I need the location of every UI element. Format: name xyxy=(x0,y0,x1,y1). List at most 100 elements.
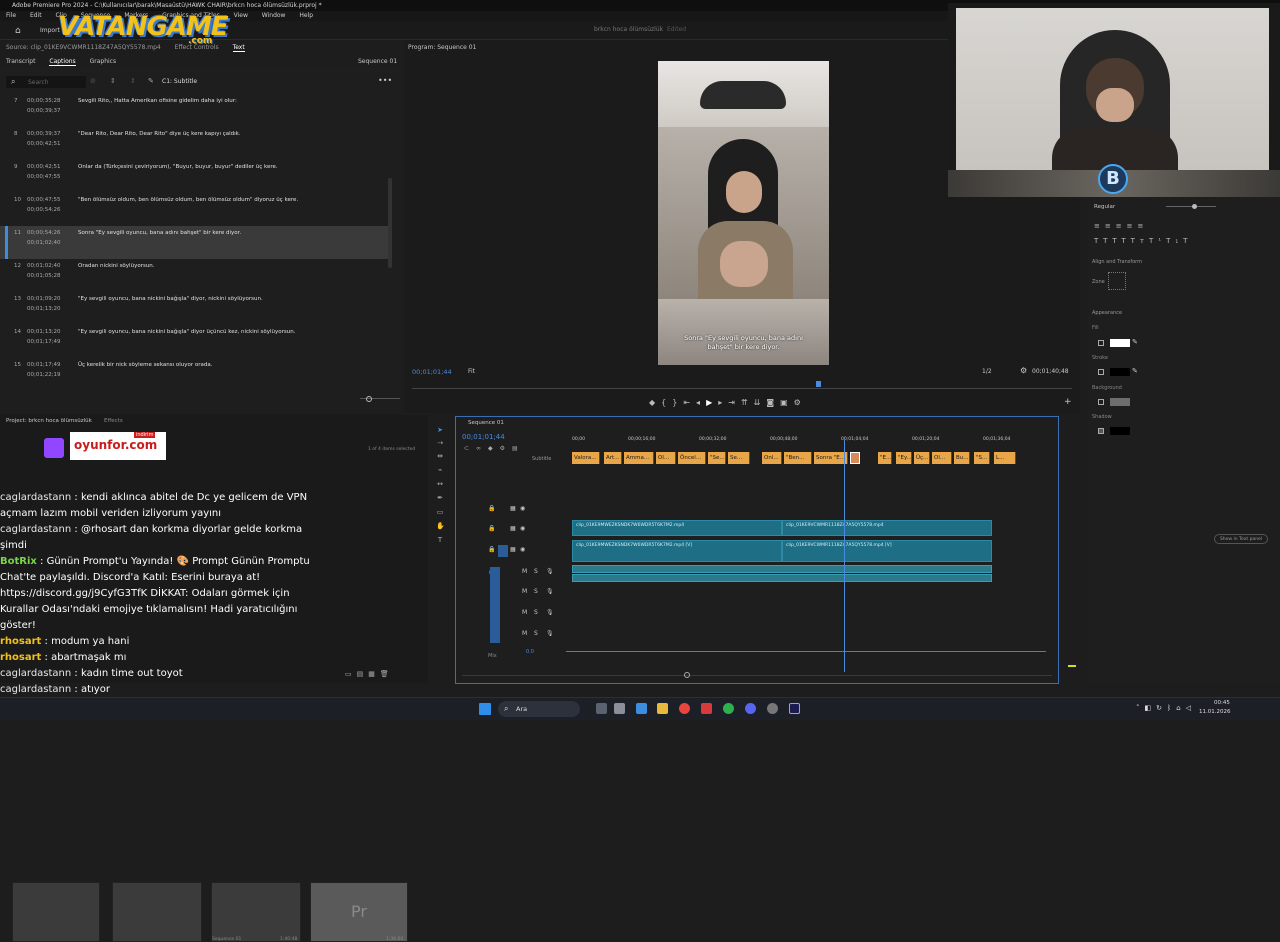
razor-tool-icon[interactable]: ⌁ xyxy=(436,466,444,474)
caption-row[interactable]: 15 00;01;17;49 00;01;22;19 Üç kerelik bir n… xyxy=(0,358,390,391)
effects-tab[interactable]: Effects xyxy=(104,418,123,424)
caption-row-selected[interactable]: 11 00;00;54;26 00;01;02;40 Sonra "Ey sevgil… xyxy=(0,226,390,259)
caption-clip[interactable]: "Ey... xyxy=(896,452,912,464)
caption-text[interactable]: "Dear Rito, Dear Rito, Dear Rito" diye ü… xyxy=(78,131,241,137)
caption-row[interactable]: 8 00;00;39;37 00;00;42;51 "Dear Rito, Dear … xyxy=(0,127,390,160)
premiere-file-icon[interactable]: Pr xyxy=(310,882,408,942)
zone-grid[interactable] xyxy=(1108,272,1126,290)
text-tab[interactable]: Text xyxy=(232,44,245,52)
tab-transcript[interactable]: Transcript xyxy=(6,58,35,65)
program-timecode[interactable]: 00;01;01;44 xyxy=(412,368,452,376)
caption-clip[interactable]: Art... xyxy=(604,452,622,464)
captions-toggle-icon[interactable]: ▤ xyxy=(512,445,525,452)
solo-icon[interactable]: S xyxy=(534,630,538,637)
extract-icon[interactable]: ⇊ xyxy=(754,398,767,407)
fill-eyedropper-icon[interactable]: ✎ xyxy=(1132,338,1138,346)
faux-italic-icon[interactable]: T xyxy=(1103,237,1112,245)
audio-clip-a1[interactable] xyxy=(572,565,992,573)
caption-text[interactable]: Onlar da (Türkçesini çeviriyorum), "Buyu… xyxy=(78,164,278,170)
tray-app-icon[interactable]: ◧ xyxy=(1145,704,1157,712)
windows-start-icon[interactable] xyxy=(479,703,491,715)
mute-icon[interactable]: M xyxy=(522,630,527,637)
marker-add-icon[interactable]: ◆ xyxy=(488,445,500,452)
fill-swatch[interactable] xyxy=(1110,339,1130,347)
add-button-icon[interactable]: + xyxy=(1064,397,1072,407)
vpn-shield-icon[interactable] xyxy=(701,703,712,714)
edge-icon[interactable] xyxy=(636,703,647,714)
trash-icon[interactable]: 🗑 xyxy=(380,670,394,678)
caption-clip[interactable]: Ol... xyxy=(656,452,676,464)
video-clip-v2[interactable]: clip_01KE9VCWMR1118Z47A5QY5578.mp4 xyxy=(782,520,992,536)
justify-last-icon[interactable]: ≡ xyxy=(1138,222,1149,230)
lock-icon[interactable]: 🔒 xyxy=(488,505,495,512)
fill-checkbox[interactable] xyxy=(1098,340,1104,346)
font-size-slider-handle[interactable] xyxy=(1192,204,1197,209)
more-options-icon[interactable]: ••• xyxy=(378,76,392,85)
eye-icon[interactable]: ◉ xyxy=(520,505,525,512)
go-to-in-icon[interactable]: ⇤ xyxy=(683,398,696,407)
camera-icon[interactable]: ◙ xyxy=(766,398,780,407)
caption-text[interactable]: "Ben ölümsüz oldum, ben ölümsüz oldum, b… xyxy=(78,197,298,203)
solo-icon[interactable]: S xyxy=(534,588,538,595)
program-title[interactable]: Program: Sequence 01 xyxy=(408,44,476,51)
timeline-scrollbar[interactable] xyxy=(462,675,1052,676)
caption-text[interactable]: Sevgili Rito,, Hatta Amerikan ofisine gi… xyxy=(78,98,237,104)
subscript-icon[interactable]: T₁ xyxy=(1166,237,1183,245)
mic-icon[interactable]: 🎙 xyxy=(546,568,554,575)
import-tab[interactable]: Import xyxy=(40,27,60,34)
selection-tool-icon[interactable]: ➤ xyxy=(436,426,444,434)
caption-row[interactable]: 14 00;01;13;20 00;01;17;49 "Ey sevgili oyun… xyxy=(0,325,390,358)
tab-captions[interactable]: Captions xyxy=(49,58,76,66)
project-title[interactable]: Project: brkcn hoca ölümsüzlük xyxy=(6,418,92,424)
lift-icon[interactable]: ⇈ xyxy=(741,398,754,407)
caption-clip-selected[interactable] xyxy=(850,452,860,464)
step-forward-icon[interactable]: ▸ xyxy=(718,398,728,407)
caption-row[interactable]: 9 00;00;42;51 00;00;47;55 Onlar da (Türkçes… xyxy=(0,160,390,193)
small-caps-icon[interactable]: Tт xyxy=(1131,237,1149,245)
wrench-icon[interactable]: ⚙ xyxy=(1020,366,1027,375)
caption-clip[interactable]: Onl... xyxy=(762,452,782,464)
tab-graphics[interactable]: Graphics xyxy=(90,58,117,65)
faux-bold-icon[interactable]: T xyxy=(1094,237,1103,245)
mic-icon[interactable]: 🎙 xyxy=(546,630,554,637)
solo-icon[interactable]: S xyxy=(534,568,538,575)
comparison-icon[interactable]: ▣ xyxy=(780,398,794,407)
caption-clip[interactable]: Bu... xyxy=(954,452,970,464)
align-right-icon[interactable]: ≡ xyxy=(1116,222,1127,230)
bluetooth-icon[interactable]: ᛒ xyxy=(1167,704,1176,712)
caption-search-box[interactable]: ⌕ Search xyxy=(6,76,86,88)
caption-row[interactable]: 7 00;00;35;28 00;00;39;37 Sevgili Rito,, Ha… xyxy=(0,94,390,127)
timeline-ruler[interactable]: 00;00 00;00;16;00 00;00;32;00 00;00;48;0… xyxy=(572,437,1018,449)
source-label[interactable]: Source: clip_01KE9VCWMR1118Z47A5QY5578.m… xyxy=(6,44,161,51)
justify-icon[interactable]: ≡ xyxy=(1127,222,1138,230)
stroke-swatch[interactable] xyxy=(1110,368,1130,376)
caption-clip[interactable]: Öncel... xyxy=(678,452,706,464)
background-checkbox[interactable] xyxy=(1098,399,1104,405)
caption-text[interactable]: Sonra "Ey sevgili oyuncu, bana adını bah… xyxy=(78,230,241,236)
mix-value[interactable]: 0.0 xyxy=(526,649,534,655)
timeline-timecode[interactable]: 00;01;01;44 xyxy=(462,433,505,441)
background-swatch[interactable] xyxy=(1110,398,1130,406)
caption-text[interactable]: Oradan nickini söylüyorsun. xyxy=(78,263,155,269)
filter-icon[interactable]: ⊘ xyxy=(90,77,96,85)
mute-icon[interactable]: M xyxy=(522,609,527,616)
bin-icon[interactable]: ▦ xyxy=(368,670,380,678)
track-select-icon[interactable]: ⇢ xyxy=(436,439,444,447)
audio-clip-a1b[interactable] xyxy=(572,574,992,582)
network-icon[interactable]: ⌂ xyxy=(1176,704,1185,712)
snap-icon[interactable]: ⊂ xyxy=(464,445,476,452)
menu-edit[interactable]: Edit xyxy=(30,12,42,19)
widgets-icon[interactable] xyxy=(614,703,625,714)
caption-scrollbar[interactable] xyxy=(388,178,392,268)
pen-tool-icon[interactable]: ✒ xyxy=(436,494,444,502)
mark-in-icon[interactable]: { xyxy=(661,398,672,407)
caption-text[interactable]: Üç kerelik bir nick söyleme sekansı oluy… xyxy=(78,362,213,368)
pencil-icon[interactable]: ✎ xyxy=(148,77,154,85)
taskbar-search[interactable]: ⌕ Ara xyxy=(498,701,580,717)
film-icon[interactable]: ▦ xyxy=(510,546,516,553)
caption-clip[interactable]: Sonra "E... xyxy=(814,452,848,464)
search-input[interactable]: Search xyxy=(28,79,49,86)
menu-file[interactable]: File xyxy=(6,12,16,19)
underline-icon[interactable]: T xyxy=(1183,237,1192,245)
eye-icon[interactable]: ◉ xyxy=(520,546,525,553)
